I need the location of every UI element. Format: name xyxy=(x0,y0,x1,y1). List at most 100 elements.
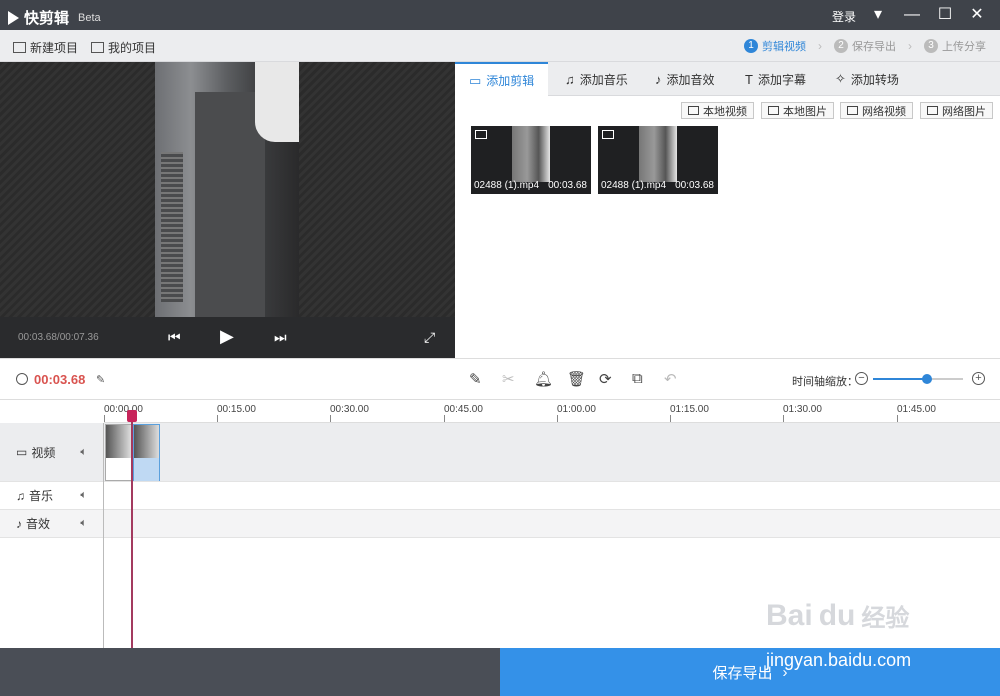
copy-icon[interactable]: ⧉ xyxy=(632,370,643,387)
media-clip[interactable]: 02488 (1).mp4 00:03.68 xyxy=(471,126,591,194)
edit-toolbar: 00:03.68 ✎ ✎ ✂ 🔔︎ 🗑︎ ⟳ ⧉ ↶ 时间轴缩放： − + xyxy=(0,358,1000,400)
local-video-button[interactable]: 本地视频 xyxy=(681,102,754,119)
image-file-icon xyxy=(768,106,779,115)
ruler-tick: 01:45.00 xyxy=(897,404,936,422)
zoom-label: 时间轴缩放： xyxy=(792,376,858,388)
play-icon[interactable]: ▶ xyxy=(220,326,234,347)
edit-pencil-icon[interactable]: ✎ xyxy=(469,370,482,388)
project-toolbar: 新建项目 我的项目 1 剪辑视频 › 2 保存导出 › 3 上传分享 xyxy=(0,30,1000,62)
ruler-tick: 00:00.00 xyxy=(104,404,143,422)
source-label: 本地视频 xyxy=(703,105,747,118)
preview-frame xyxy=(155,62,299,317)
maximize-icon[interactable]: ☐ xyxy=(934,4,956,26)
tab-add-music[interactable]: ♫ 添加音乐 xyxy=(551,62,642,96)
web-image-button[interactable]: 网络图片 xyxy=(920,102,993,119)
clip-duration: 00:03.68 xyxy=(548,180,587,191)
step-upload-share[interactable]: 3 上传分享 xyxy=(924,38,986,54)
track-label: 音乐 xyxy=(29,489,54,503)
magic-wand-icon: ✧ xyxy=(835,71,846,86)
playback-time: 00:03.68/00:07.36 xyxy=(18,332,99,343)
minimize-icon[interactable]: — xyxy=(901,4,923,26)
volume-icon[interactable]: 🔈︎ xyxy=(80,446,87,459)
music-note-icon: ♫ xyxy=(565,71,575,87)
trash-icon[interactable]: 🗑︎ xyxy=(567,370,586,388)
bell-icon[interactable]: 🔔︎ xyxy=(534,370,553,388)
footer-bar xyxy=(0,648,500,696)
video-camera-icon xyxy=(602,130,614,139)
zoom-out-icon[interactable]: − xyxy=(855,372,868,385)
watermark-du: du xyxy=(818,599,856,632)
music-track-lane[interactable] xyxy=(104,482,1000,510)
tab-add-sound-effect[interactable]: ♪ 添加音效 xyxy=(641,62,729,96)
track-music[interactable]: ♫ 音乐 🔈︎ xyxy=(0,482,104,510)
tab-label: 添加音乐 xyxy=(579,72,628,87)
ruler-tick: 00:45.00 xyxy=(444,404,483,422)
video-file-icon xyxy=(688,106,699,115)
step-label: 保存导出 xyxy=(852,41,896,53)
step-number: 3 xyxy=(924,39,938,53)
media-clip[interactable]: 02488 (1).mp4 00:03.68 xyxy=(598,126,718,194)
chevron-right-icon: › xyxy=(908,39,912,53)
close-icon[interactable]: ✕ xyxy=(966,4,988,26)
local-image-button[interactable]: 本地图片 xyxy=(761,102,834,119)
tab-add-subtitle[interactable]: T 添加字幕 xyxy=(731,62,820,96)
new-project-button[interactable]: 新建项目 xyxy=(13,39,78,56)
scissors-icon[interactable]: ✂ xyxy=(502,370,515,388)
menu-dropdown-icon[interactable]: ▾ xyxy=(867,4,889,26)
volume-icon[interactable]: 🔈︎ xyxy=(80,517,87,530)
step-save-export[interactable]: 2 保存导出 xyxy=(834,38,896,54)
ruler-tick: 00:30.00 xyxy=(330,404,369,422)
video-camera-icon: ▭ xyxy=(16,445,28,459)
crop-icon[interactable]: ⟳ xyxy=(599,370,612,388)
tab-label: 添加转场 xyxy=(850,72,899,87)
frame-glove xyxy=(255,62,299,142)
video-file-icon xyxy=(847,106,858,115)
ruler-tick: 01:00.00 xyxy=(557,404,596,422)
sound-effect-icon: ♪ xyxy=(16,516,22,531)
previous-frame-icon[interactable]: ⏮ xyxy=(168,329,181,346)
login-link[interactable]: 登录 xyxy=(832,8,856,25)
time-ruler[interactable]: 00:00.00 00:15.00 00:30.00 00:45.00 01:0… xyxy=(104,400,1000,423)
clip-thumbnail xyxy=(106,425,131,458)
zoom-in-icon[interactable]: + xyxy=(972,372,985,385)
plus-box-icon xyxy=(13,42,26,53)
video-track-lane[interactable] xyxy=(104,423,1000,482)
tab-add-transition[interactable]: ✧ 添加转场 xyxy=(821,62,913,96)
step-edit-video[interactable]: 1 剪辑视频 xyxy=(744,38,806,54)
web-video-button[interactable]: 网络视频 xyxy=(840,102,913,119)
playhead[interactable] xyxy=(131,410,133,648)
app-name: 快剪辑 xyxy=(24,10,70,27)
tab-add-clip[interactable]: ▭ 添加剪辑 xyxy=(455,62,549,97)
source-label: 网络图片 xyxy=(942,105,986,118)
track-sound-effect[interactable]: ♪ 音效 🔈︎ xyxy=(0,510,104,538)
clip-name: 02488 (1).mp4 xyxy=(601,180,667,191)
next-frame-icon[interactable]: ⏭ xyxy=(274,329,287,346)
timeline-clip[interactable] xyxy=(105,424,132,481)
my-projects-button[interactable]: 我的项目 xyxy=(91,39,156,56)
tab-label: 添加音效 xyxy=(666,72,715,87)
save-export-button[interactable]: 保存导出 › xyxy=(500,648,1000,696)
fullscreen-icon[interactable]: ⤢ xyxy=(424,329,435,346)
clock-icon xyxy=(16,373,28,385)
timeline-clip-selected[interactable] xyxy=(133,424,160,481)
playhead-handle[interactable] xyxy=(127,410,137,422)
beta-label: Beta xyxy=(78,11,101,24)
app-logo: 快剪辑 Beta xyxy=(8,7,101,28)
zoom-slider[interactable] xyxy=(873,374,963,384)
edit-time-icon[interactable]: ✎ xyxy=(96,373,105,386)
current-time: 00:03.68 xyxy=(34,372,86,387)
text-icon: T xyxy=(745,71,753,87)
zoom-handle[interactable] xyxy=(922,374,932,384)
tab-label: 添加字幕 xyxy=(757,72,806,87)
step-number: 2 xyxy=(834,39,848,53)
step-label: 剪辑视频 xyxy=(762,41,806,53)
sound-effect-icon: ♪ xyxy=(655,71,662,87)
chevron-right-icon: › xyxy=(818,39,822,53)
step-label: 上传分享 xyxy=(942,41,986,53)
zoom-fill xyxy=(873,378,927,380)
step-number: 1 xyxy=(744,39,758,53)
sound-effect-track-lane[interactable] xyxy=(104,510,1000,538)
track-video[interactable]: ▭ 视频 🔈︎ xyxy=(0,423,104,482)
volume-icon[interactable]: 🔈︎ xyxy=(80,489,87,502)
undo-icon[interactable]: ↶ xyxy=(664,370,677,388)
